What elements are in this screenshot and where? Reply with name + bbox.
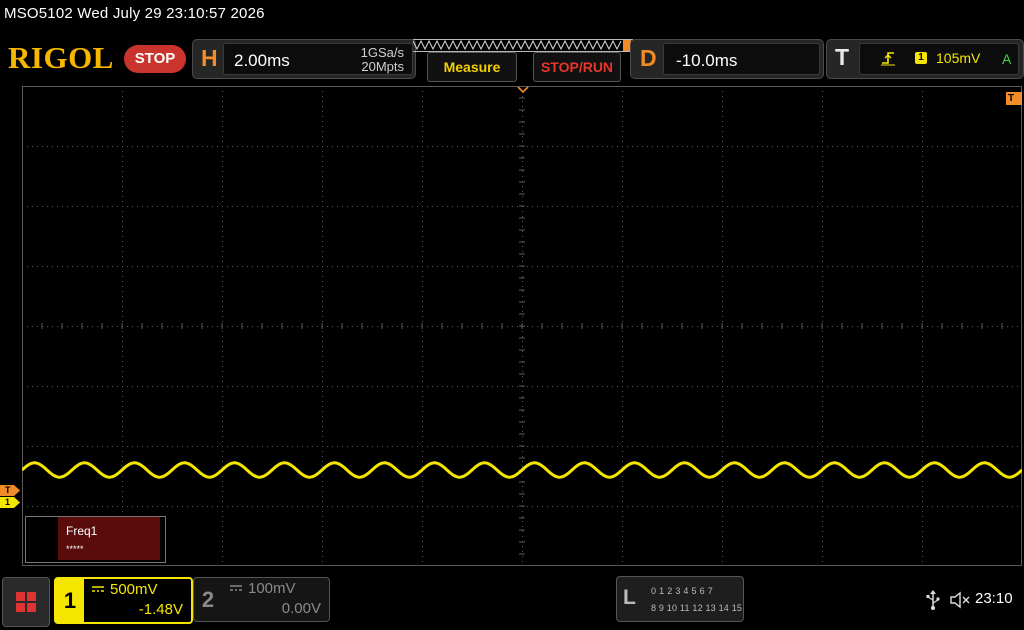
rising-edge-icon — [881, 52, 895, 66]
delay-panel[interactable]: D -10.0ms — [630, 39, 824, 79]
trigger-offscreen-marker[interactable]: T — [1006, 92, 1022, 105]
measurement-label: Freq1 — [66, 524, 98, 538]
channel-2-offset: 0.00V — [281, 600, 321, 617]
stop-run-button[interactable]: STOP/RUN — [533, 52, 621, 82]
horizontal-panel[interactable]: H 2.00ms 1GSa/s 20Mpts — [192, 39, 416, 79]
waveform-grid[interactable] — [22, 86, 1022, 566]
measurement-value: ***** — [66, 544, 84, 554]
usb-icon — [926, 590, 940, 610]
channel-2-number: 2 — [201, 587, 215, 612]
trigger-panel[interactable]: T 1 105mV A — [826, 39, 1024, 79]
speaker-muted-icon[interactable] — [949, 591, 971, 609]
ch1-waveform — [22, 461, 1022, 479]
ch1-ground-marker-label: 1 — [5, 497, 11, 507]
channel-2-panel[interactable]: 2 100mV 0.00V — [193, 577, 330, 622]
trigger-position-arrow[interactable] — [517, 86, 529, 94]
rigol-logo: RIGOL — [8, 40, 114, 75]
trigger-box: 1 105mV A — [859, 43, 1019, 75]
main-menu-button[interactable] — [2, 577, 50, 627]
measurement-result-body: Freq1 ***** — [58, 517, 160, 560]
measurement-result[interactable]: Freq1 ***** — [25, 516, 166, 563]
acquisition-info: 1GSa/s 20Mpts — [361, 46, 404, 74]
run-status-badge[interactable]: STOP — [124, 45, 186, 73]
dc-coupling-icon — [230, 585, 242, 591]
clock: 23:10 — [975, 590, 1013, 607]
trigger-level-marker-label: T — [5, 485, 11, 495]
timebase-value: 2.00ms — [234, 51, 290, 70]
delay-offset: -10.0ms — [676, 51, 738, 70]
channel-1-scale: 500mV — [110, 581, 158, 598]
delay-box: -10.0ms — [663, 43, 820, 75]
horizontal-box: 2.00ms 1GSa/s 20Mpts — [223, 43, 413, 75]
digital-channels-0-7: 0 1 2 3 4 5 6 7 — [651, 586, 714, 596]
memory-position-strip — [413, 39, 633, 52]
horizontal-letter: H — [201, 45, 218, 71]
channel-1-offset: -1.48V — [138, 601, 183, 618]
logic-analyzer-letter: L — [623, 586, 636, 609]
digital-channels-8-15: 8 9 10 11 12 13 14 15 — [651, 603, 743, 613]
channel-2-scale: 100mV — [248, 580, 296, 597]
channel-1-panel[interactable]: 1 500mV -1.48V — [54, 577, 193, 624]
memory-depth: 20Mpts — [361, 59, 404, 74]
sample-rate: 1GSa/s — [360, 45, 404, 60]
measure-button[interactable]: Measure — [427, 52, 517, 82]
menu-grid-icon — [16, 592, 36, 612]
dc-coupling-icon — [92, 586, 104, 592]
trigger-source-badge: 1 — [915, 52, 927, 64]
title-bar: MSO5102 Wed July 29 23:10:57 2026 — [4, 5, 265, 22]
trigger-level: 105mV — [936, 50, 981, 66]
trigger-letter: T — [835, 44, 850, 70]
grid-lines — [22, 86, 1022, 566]
logic-analyzer-panel[interactable]: L 0 1 2 3 4 5 6 7 8 9 10 11 12 13 14 15 — [616, 576, 744, 622]
delay-letter: D — [640, 45, 657, 71]
trigger-mode: A — [1002, 51, 1012, 67]
memory-zigzag — [413, 40, 622, 51]
channel-1-number: 1 — [56, 579, 84, 622]
